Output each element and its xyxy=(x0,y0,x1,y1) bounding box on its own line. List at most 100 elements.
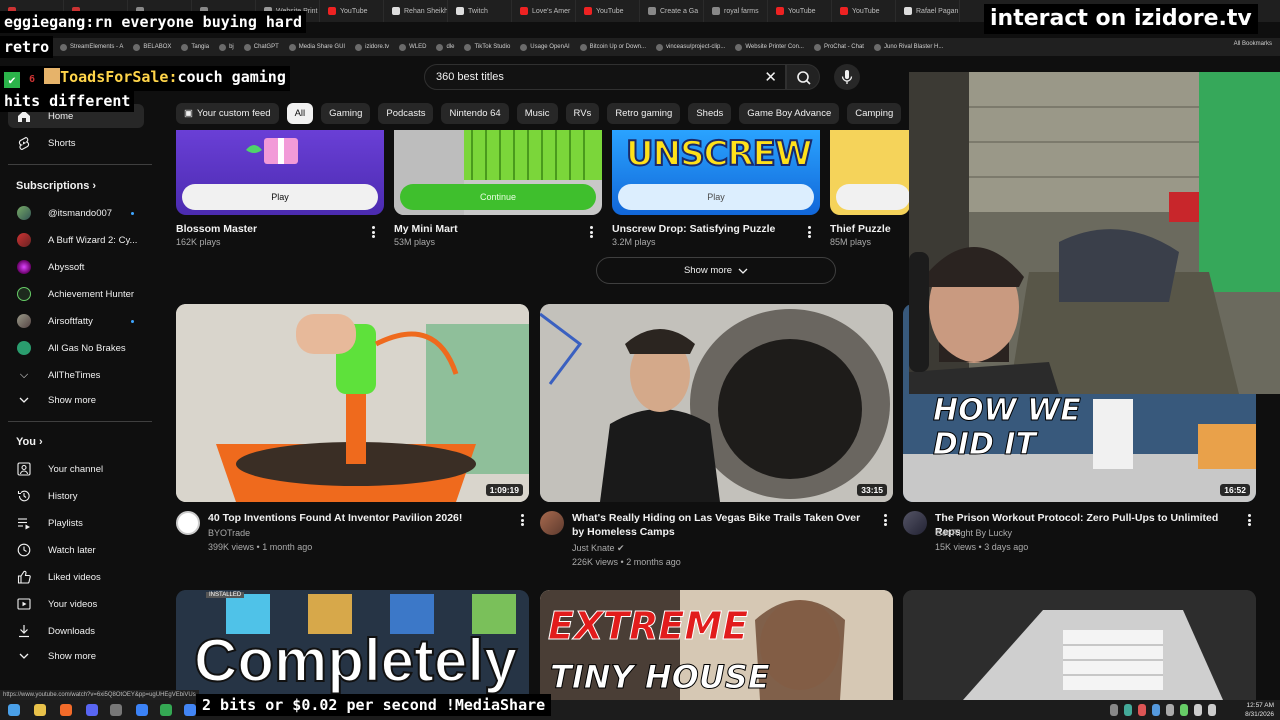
sidebar-item-playlists[interactable]: Playlists xyxy=(8,511,144,535)
game-title[interactable]: Blossom Master xyxy=(176,223,257,235)
voice-search-button[interactable] xyxy=(834,64,860,90)
search-input[interactable]: 360 best titles ✕ xyxy=(424,64,786,90)
browser-tab[interactable]: Create a Ga xyxy=(640,0,704,22)
tray-icon[interactable] xyxy=(1124,704,1132,716)
channel-avatar[interactable] xyxy=(540,511,564,535)
bookmark[interactable]: BELABOX xyxy=(133,43,171,51)
bookmark[interactable]: Juno Rival Blaster H... xyxy=(873,43,943,51)
file-explorer-icon[interactable] xyxy=(34,704,46,716)
clear-search-icon[interactable]: ✕ xyxy=(764,68,777,86)
sidebar-show-more-subscriptions[interactable]: Show more xyxy=(8,388,144,412)
play-button[interactable]: Play xyxy=(618,184,814,210)
sidebar-item-subscription[interactable]: A Buff Wizard 2: Cy... xyxy=(8,228,144,252)
more-actions-icon[interactable] xyxy=(520,513,524,527)
chip-custom-feed[interactable]: ▣ Your custom feed xyxy=(176,103,279,124)
obs-icon[interactable] xyxy=(110,704,122,716)
bookmark[interactable]: ChatGPT xyxy=(243,43,279,51)
bookmark[interactable]: TikTok Studio xyxy=(464,43,510,51)
sidebar-show-more-you[interactable]: Show more xyxy=(8,644,144,668)
channel-name[interactable]: BYOTrade xyxy=(208,526,250,540)
sidebar-item-subscription[interactable]: All Gas No Brakes xyxy=(8,336,144,360)
tray-icon[interactable] xyxy=(1110,704,1118,716)
chip-nintendo-64[interactable]: Nintendo 64 xyxy=(441,103,509,124)
video-thumbnail[interactable]: INSTALLED Completely xyxy=(176,590,529,700)
bookmark[interactable]: Usage OpenAI xyxy=(520,43,570,51)
bookmark[interactable]: izidore.tv xyxy=(355,43,389,51)
bookmark[interactable]: Media Share GUI xyxy=(288,43,345,51)
chip-rvs[interactable]: RVs xyxy=(565,103,600,124)
game-title[interactable]: Thief Puzzle xyxy=(830,223,891,235)
tray-icon[interactable] xyxy=(1166,704,1174,716)
chip-podcasts[interactable]: Podcasts xyxy=(378,103,434,124)
discord-icon[interactable] xyxy=(86,704,98,716)
browser-tab[interactable]: YouTube xyxy=(768,0,832,22)
sidebar-item-watch-later[interactable]: Watch later xyxy=(8,538,144,562)
chip-gaming[interactable]: Gaming xyxy=(321,103,371,124)
continue-button[interactable]: Continue xyxy=(400,184,596,210)
show-more-games-button[interactable]: Show more xyxy=(596,257,836,284)
browser-tab[interactable]: Twitch xyxy=(448,0,512,22)
you-heading[interactable]: You › xyxy=(16,436,43,448)
sidebar-item-your-channel[interactable]: Your channel xyxy=(8,457,144,481)
browser-tab[interactable]: Rafael Pagan xyxy=(896,0,960,22)
bookmark[interactable]: bj xyxy=(219,43,234,51)
brave-icon[interactable] xyxy=(60,704,72,716)
chip-sheds[interactable]: Sheds xyxy=(688,103,732,124)
tray-icon[interactable] xyxy=(1180,704,1188,716)
sidebar-item-downloads[interactable]: Downloads xyxy=(8,619,144,643)
bookmark[interactable]: dle xyxy=(436,43,454,51)
app-icon[interactable] xyxy=(136,704,148,716)
sidebar-item-your-videos[interactable]: Your videos xyxy=(8,592,144,616)
browser-tab[interactable]: royal farms xyxy=(704,0,768,22)
chip-music[interactable]: Music xyxy=(516,103,558,124)
sidebar-item-shorts[interactable]: Shorts xyxy=(8,131,144,155)
more-actions-icon[interactable] xyxy=(1247,513,1251,527)
tray-icon[interactable] xyxy=(1138,704,1146,716)
sidebar-item-subscription[interactable]: Achievement Hunter xyxy=(8,282,144,306)
all-bookmarks-button[interactable]: All Bookmarks xyxy=(1234,41,1272,47)
bookmark[interactable]: Tangia xyxy=(181,43,209,51)
channel-avatar[interactable] xyxy=(903,511,927,535)
video-thumbnail[interactable]: EXTREME TINY HOUSE xyxy=(540,590,893,700)
volume-icon[interactable] xyxy=(1208,704,1216,716)
channel-name[interactable]: Get Right By Lucky xyxy=(935,526,1012,540)
video-title[interactable]: What's Really Hiding on Las Vegas Bike T… xyxy=(572,511,872,539)
browser-tab[interactable]: YouTube xyxy=(832,0,896,22)
bookmark[interactable]: vinceasu/project-clip... xyxy=(656,43,725,51)
sidebar-item-subscription[interactable]: Abyssoft xyxy=(8,255,144,279)
sidebar-item-liked-videos[interactable]: Liked videos xyxy=(8,565,144,589)
more-actions-icon[interactable] xyxy=(371,225,375,239)
start-icon[interactable] xyxy=(8,704,20,716)
game-card[interactable]: Thief Puzzle 85M plays xyxy=(830,130,910,255)
chip-all[interactable]: All xyxy=(286,103,314,124)
browser-tab[interactable]: YouTube xyxy=(576,0,640,22)
more-actions-icon[interactable] xyxy=(883,513,887,527)
game-title[interactable]: My Mini Mart xyxy=(394,223,458,235)
video-thumbnail[interactable] xyxy=(903,590,1256,700)
channel-name-row[interactable]: Just Knate ✔ xyxy=(572,541,625,555)
clock[interactable]: 12:57 AM 8/31/2026 xyxy=(1245,701,1274,719)
chip-game-boy-advance[interactable]: Game Boy Advance xyxy=(739,103,840,124)
chrome-icon[interactable] xyxy=(184,704,196,716)
sidebar-item-subscription[interactable]: @itsmando007 xyxy=(8,201,144,225)
sidebar-item-subscription[interactable]: Airsoftfatty xyxy=(8,309,144,333)
more-actions-icon[interactable] xyxy=(589,225,593,239)
game-title[interactable]: Unscrew Drop: Satisfying Puzzle xyxy=(612,223,775,235)
video-thumbnail[interactable]: 33:15 xyxy=(540,304,893,502)
play-button[interactable] xyxy=(836,184,910,210)
bookmark[interactable]: Bitcoin Up or Down... xyxy=(579,43,646,51)
sidebar-item-history[interactable]: History xyxy=(8,484,144,508)
browser-tab[interactable]: Love's Amer xyxy=(512,0,576,22)
bookmark[interactable]: Website Printer Con... xyxy=(735,43,804,51)
channel-avatar[interactable] xyxy=(176,511,200,535)
chrome-icon[interactable] xyxy=(160,704,172,716)
video-title[interactable]: 40 Top Inventions Found At Inventor Pavi… xyxy=(208,511,508,525)
sidebar-item-subscription[interactable]: ⌵ AllTheTimes xyxy=(8,363,144,387)
more-actions-icon[interactable] xyxy=(807,225,811,239)
video-thumbnail[interactable]: 1:09:19 xyxy=(176,304,529,502)
browser-tab[interactable]: Rehan Sheikh xyxy=(384,0,448,22)
play-button[interactable]: Play xyxy=(182,184,378,210)
chip-camping[interactable]: Camping xyxy=(847,103,902,124)
chip-retro-gaming[interactable]: Retro gaming xyxy=(607,103,681,124)
bookmark[interactable]: ProChat - Chat xyxy=(813,43,864,51)
